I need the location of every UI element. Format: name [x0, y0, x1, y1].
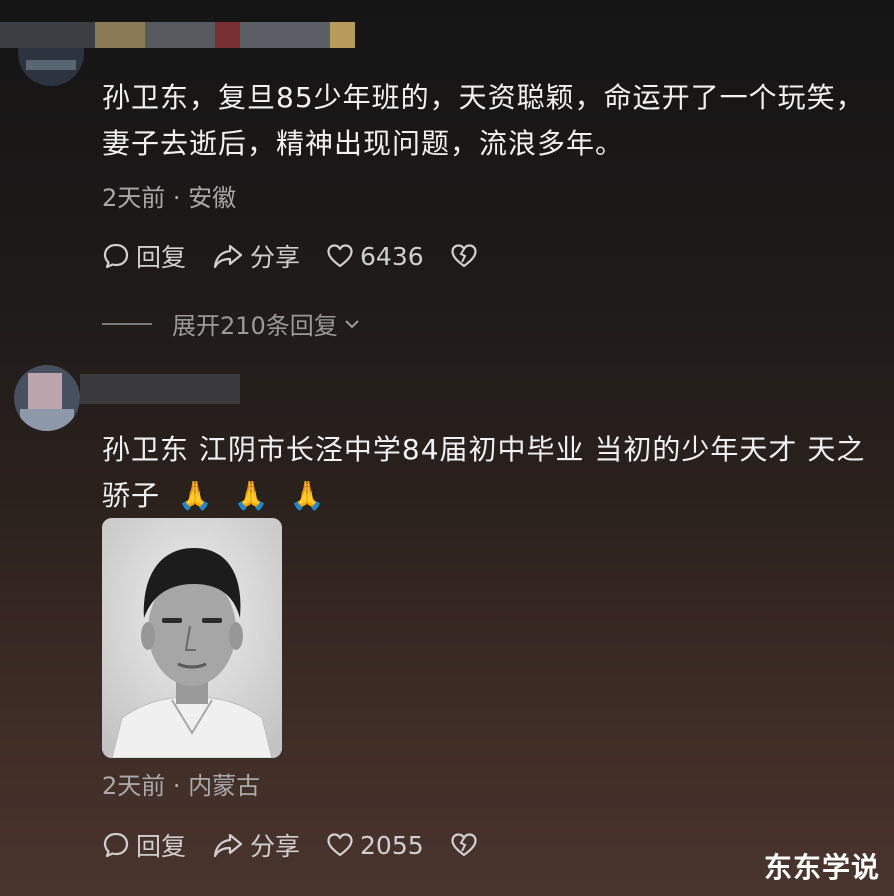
- portrait-image: [102, 518, 282, 758]
- share-label: 分享: [250, 832, 301, 861]
- broken-heart-icon: [451, 244, 477, 268]
- avatar[interactable]: [14, 365, 80, 431]
- reply-button[interactable]: 回复: [102, 827, 186, 863]
- heart-outline-icon: [327, 833, 353, 857]
- share-button[interactable]: 分享: [212, 238, 300, 274]
- praying-hands-icon: 🙏: [177, 479, 214, 512]
- chevron-down-icon: [345, 319, 359, 328]
- praying-hands-icon: 🙏: [233, 479, 270, 512]
- dislike-button[interactable]: [450, 242, 484, 270]
- comment-line: 妻子去逝后，精神出现问题，流浪多年。: [102, 127, 625, 160]
- comment-meta: 2天前 · 内蒙古: [102, 772, 261, 800]
- share-label: 分享: [250, 243, 301, 272]
- share-button[interactable]: 分享: [212, 827, 300, 863]
- like-button[interactable]: 2055: [326, 831, 424, 860]
- heart-outline-icon: [327, 244, 353, 268]
- expand-replies[interactable]: 展开210条回复: [102, 306, 362, 341]
- username-blurred[interactable]: [0, 22, 390, 48]
- speech-bubble-icon: [103, 243, 129, 269]
- share-arrow-icon: [213, 833, 243, 858]
- watermark: 东东学说: [763, 851, 880, 884]
- expand-label: 展开210条回复: [172, 312, 338, 340]
- attached-photo[interactable]: [102, 518, 282, 758]
- share-arrow-icon: [213, 244, 243, 269]
- comment-line: 孙卫东 江阴市长泾中学84届初中毕业 当初的少年天才 天之: [102, 433, 866, 466]
- reply-label: 回复: [136, 243, 187, 272]
- reply-label: 回复: [136, 832, 187, 861]
- like-button[interactable]: 6436: [326, 242, 424, 271]
- dislike-button[interactable]: [450, 831, 484, 859]
- comment-line: 孙卫东，复旦85少年班的，天资聪颖，命运开了一个玩笑，: [102, 81, 865, 114]
- comment-line: 骄子 🙏 🙏 🙏: [102, 473, 865, 519]
- praying-hands-icon: 🙏: [289, 479, 326, 512]
- broken-heart-icon: [451, 833, 477, 857]
- reply-button[interactable]: 回复: [102, 238, 186, 274]
- comment-actions: 回复 分享 6436: [102, 238, 510, 274]
- comment-actions: 回复 分享 2055: [102, 827, 510, 863]
- like-count: 6436: [360, 241, 424, 271]
- comment-text: 孙卫东，复旦85少年班的，天资聪颖，命运开了一个玩笑， 妻子去逝后，精神出现问题…: [102, 75, 865, 167]
- speech-bubble-icon: [103, 832, 129, 858]
- divider: [102, 322, 152, 325]
- comment-text: 孙卫东 江阴市长泾中学84届初中毕业 当初的少年天才 天之 骄子 🙏 🙏 🙏: [102, 427, 865, 519]
- comment-line-text: 骄子: [102, 479, 161, 512]
- like-count: 2055: [360, 830, 424, 860]
- comment-meta: 2天前 · 安徽: [102, 184, 237, 212]
- username-blurred[interactable]: [80, 374, 240, 404]
